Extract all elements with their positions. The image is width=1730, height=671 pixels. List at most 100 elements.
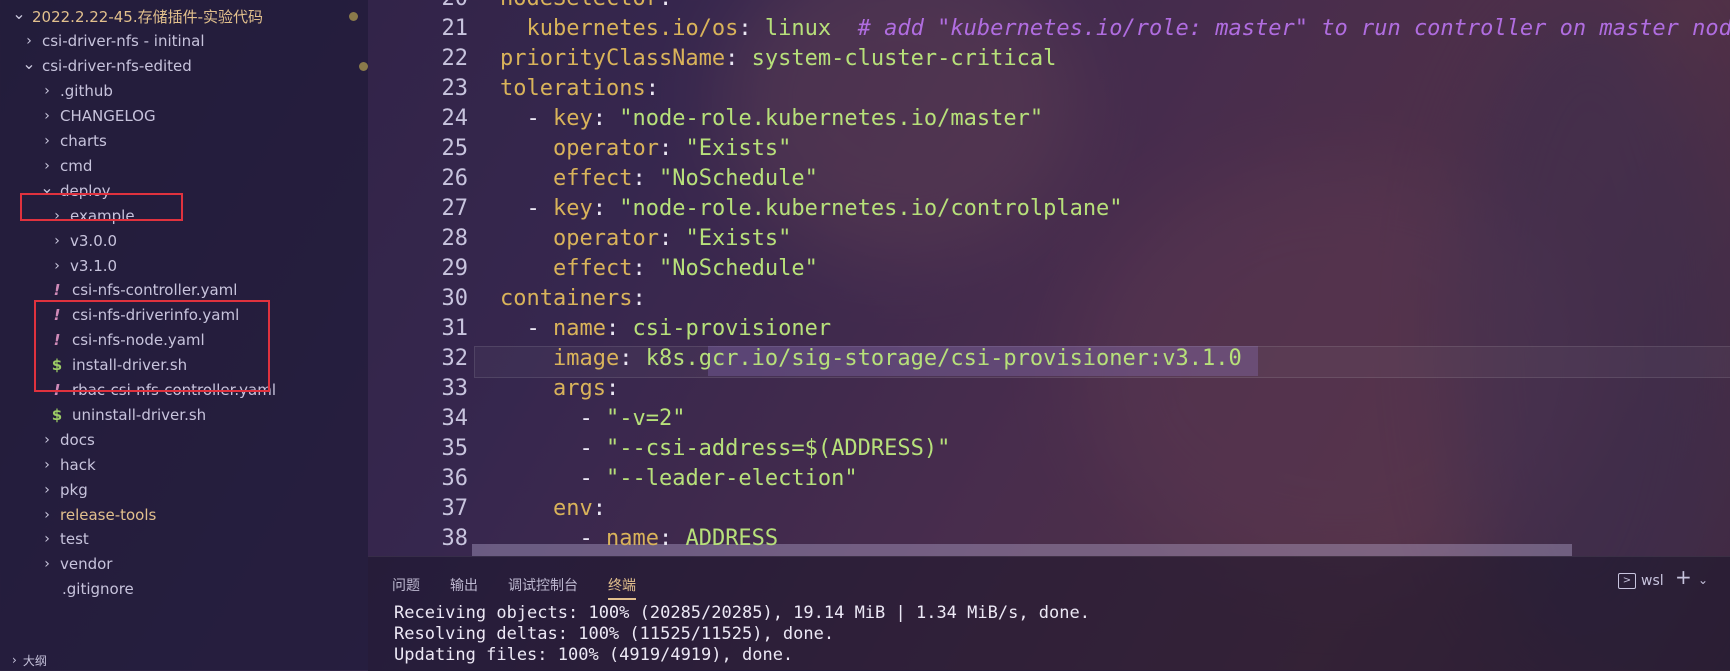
code-line[interactable]: 33 args: [368,374,1730,404]
code-line[interactable]: 30 containers: [368,284,1730,314]
terminal-line: Resolving deltas: 100% (11525/11525), do… [394,624,835,644]
code-line[interactable]: 31 - name: csi-provisioner [368,314,1730,344]
explorer-sidebar: ⌄ 2022.2.22-45.存储插件-实验代码 › csi-driver-nfs -… [0,0,368,670]
code-token: : [725,46,752,71]
chevron-right-icon: › [44,481,50,498]
modified-dot-icon [349,12,358,21]
tree-item-label: cmd [60,156,93,175]
tree-item[interactable]: › v3.0.0 [0,227,368,254]
line-number: 26 [441,166,469,191]
code-line[interactable]: 36 - "--leader-election" [368,464,1730,494]
chevron-right-icon: › [44,83,50,100]
code-token: linux [764,16,832,41]
code-line[interactable]: 29 effect: "NoSchedule" [368,254,1730,284]
tab-debug-console[interactable]: 调试控制台 [508,575,578,595]
code-token: - [500,406,606,431]
code-token: : [645,76,659,101]
code-token: operator [552,226,659,251]
tree-item[interactable]: ⌄ 2022.2.22-45.存储插件-实验代码 [0,3,368,30]
code-token: name [605,526,659,551]
tree-item[interactable]: .gitignore [0,576,368,603]
code-line[interactable]: 23 tolerations: [368,74,1730,104]
code-token: "Exists" [685,226,792,251]
code-line[interactable]: 38 - name: ADDRESS [368,524,1730,554]
tree-item[interactable]: › pkg [0,476,368,503]
code-token: : [605,316,633,341]
code-line[interactable]: 28 operator: "Exists" [368,224,1730,254]
chevron-right-icon: › [44,556,50,573]
tree-item[interactable]: › test [0,526,368,553]
code-line[interactable]: 25 operator: "Exists" [368,134,1730,164]
tree-item[interactable]: $ uninstall-driver.sh [0,401,368,428]
code-line[interactable]: 21 kubernetes.io/os: linux # add "kubern… [368,14,1730,44]
code-editor[interactable]: 20nodeSelector:21 kubernetes.io/os: linu… [368,0,1730,556]
line-number: 37 [441,496,469,521]
code-token: : [658,136,686,161]
code-token: - [500,466,606,491]
code-token: system-cluster-critical [751,46,1057,71]
code-token: - [500,436,606,461]
code-token: : [658,226,686,251]
terminal-shell-selector[interactable]: > wsl [1618,573,1664,589]
tree-item[interactable]: › .github [0,78,368,105]
code-token: : [632,256,659,281]
tree-item[interactable]: › cmd [0,152,368,179]
line-number: 30 [441,286,469,311]
code-line[interactable]: 32 image: k8s.gcr.io/sig-storage/csi-pro… [368,344,1730,374]
code-line[interactable]: 37 env: [368,494,1730,524]
code-token: # add "kubernetes.io/role: master" to ru… [831,16,1730,41]
code-token: : [632,166,659,191]
code-line[interactable]: 22 priorityClassName: system-cluster-crit… [368,44,1730,74]
tree-item[interactable]: ⌄ csi-driver-nfs-edited [0,53,368,80]
code-token: : [632,286,646,311]
tree-item[interactable]: › v3.1.0 [0,252,368,279]
tree-item[interactable]: › CHANGELOG [0,103,368,130]
yaml-file-icon: ! [53,281,61,300]
tree-item[interactable]: › csi-driver-nfs - initinal [0,28,368,55]
tab-terminal[interactable]: 终端 [608,575,636,600]
code-token: : [592,106,620,131]
tree-item-label: .github [60,82,113,101]
tree-item-label: v3.0.0 [70,231,118,250]
code-line[interactable]: 27 - key: "node-role.kubernetes.io/contr… [368,194,1730,224]
code-line[interactable]: 35 - "--csi-address=$(ADDRESS)" [368,434,1730,464]
line-number: 21 [441,16,469,41]
line-number: 27 [441,196,469,221]
line-number: 34 [441,406,469,431]
code-line[interactable]: 34 - "-v=2" [368,404,1730,434]
tab-output[interactable]: 输出 [450,575,478,595]
code-token: nodeSelector [500,0,659,11]
code-line[interactable]: 20 nodeSelector: [368,0,1730,14]
tree-item[interactable]: › vendor [0,551,368,578]
line-number: 29 [441,256,469,281]
highlight-box [34,300,270,392]
tree-item[interactable]: › charts [0,128,368,155]
chevron-down-icon: ⌄ [12,4,26,23]
modified-dot-icon [359,61,368,71]
chevron-down-icon: ⌄ [22,53,36,73]
tree-item[interactable]: › docs [0,426,368,453]
line-number: 36 [441,466,469,491]
code-token: : [592,196,620,221]
code-token: priorityClassName [500,46,726,71]
chevron-down-icon[interactable]: ⌄ [1698,573,1708,587]
tree-item[interactable]: › release-tools [0,501,368,528]
new-terminal-icon[interactable]: + [1675,565,1692,589]
chevron-right-icon: › [54,232,60,249]
outline-section[interactable]: › 大纲 [0,650,368,670]
chevron-right-icon: › [44,133,50,149]
line-number: 24 [441,106,469,131]
line-number: 35 [441,436,469,461]
code-line[interactable]: 26 effect: "NoSchedule" [368,164,1730,194]
code-token: effect [552,166,633,191]
code-token: : [619,346,646,371]
code-line[interactable]: 24 - key: "node-role.kubernetes.io/maste… [368,104,1730,134]
line-number: 20 [368,0,469,14]
tab-problems[interactable]: 问题 [392,575,420,595]
tree-item[interactable]: › hack [0,451,368,478]
tree-item-label: .gitignore [62,580,134,599]
